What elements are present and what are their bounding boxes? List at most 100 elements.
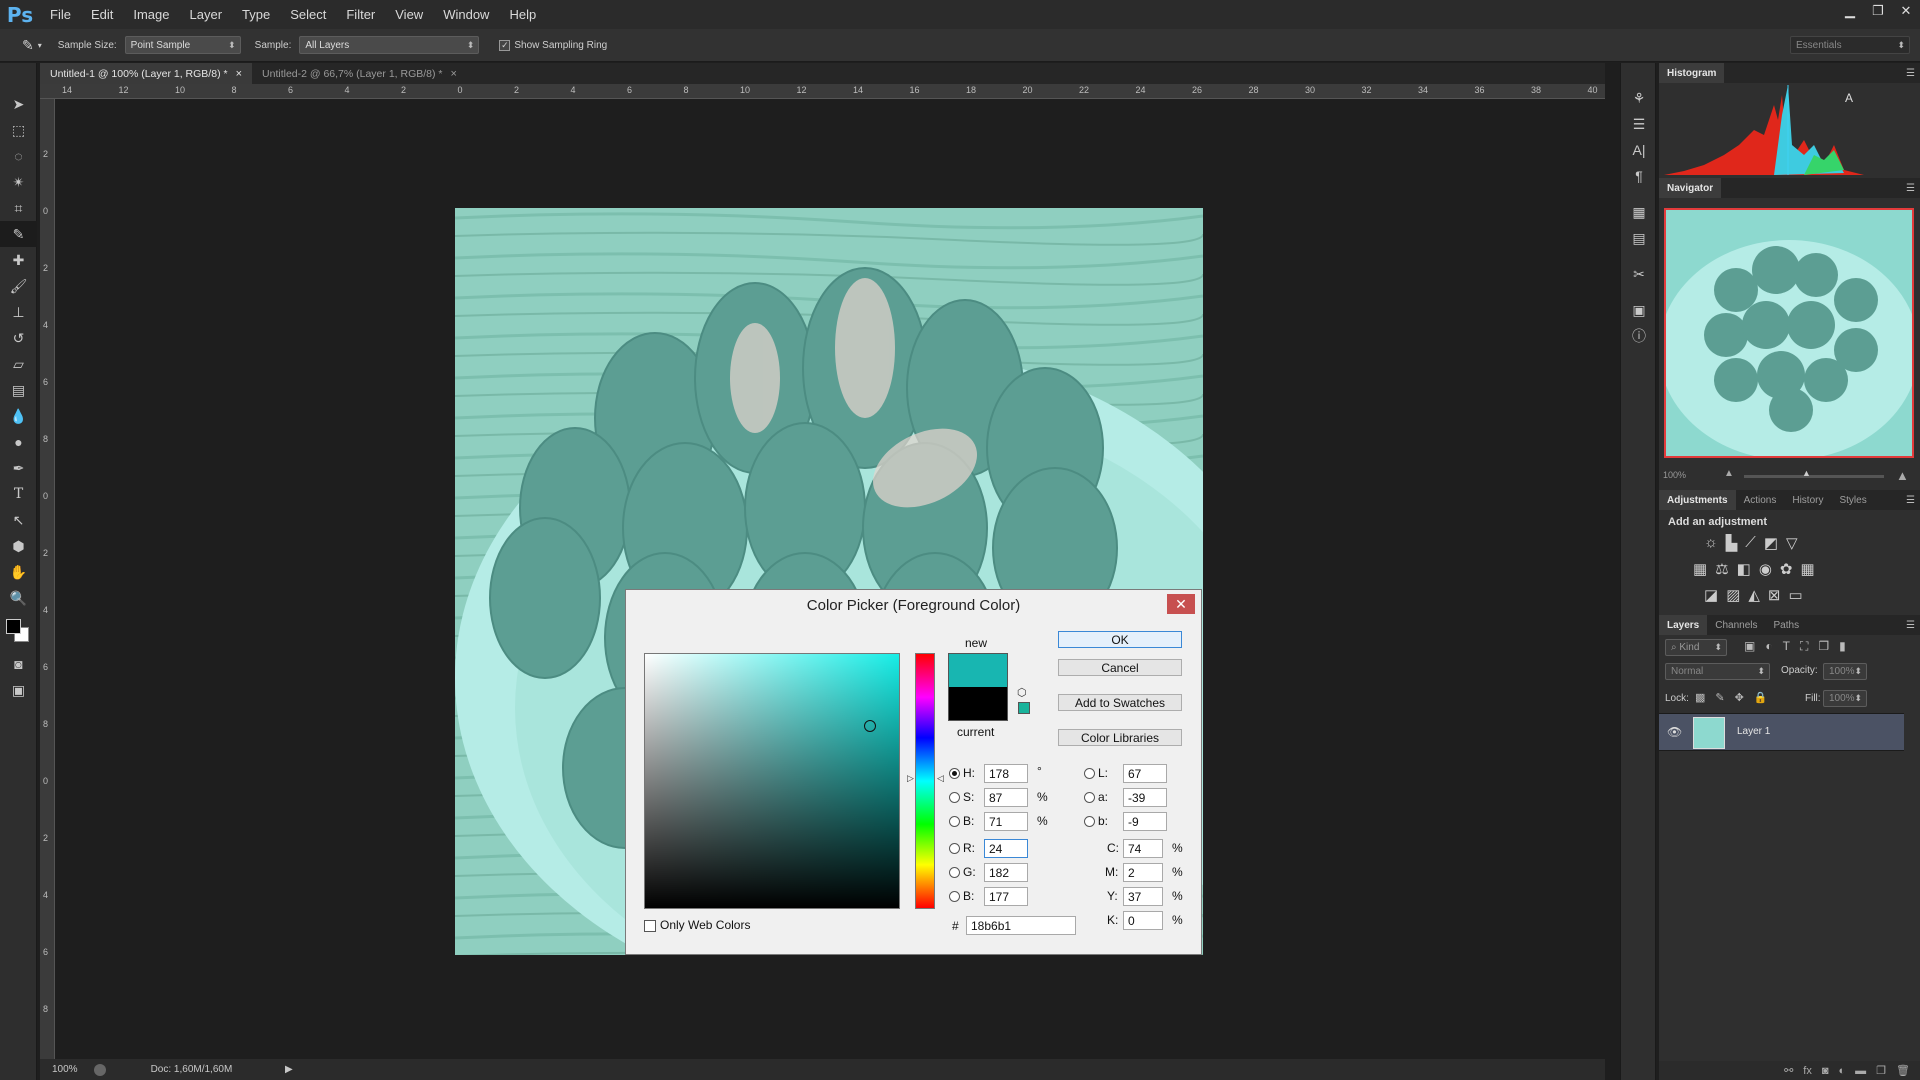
cyan-field[interactable]: 74: [1123, 839, 1163, 858]
invert-icon[interactable]: ◪: [1704, 586, 1718, 604]
close-icon[interactable]: ✕: [1892, 0, 1920, 22]
status-info-icon[interactable]: [93, 1063, 106, 1076]
brightness-contrast-icon[interactable]: ☼: [1704, 534, 1718, 552]
gradient-tool-icon[interactable]: ▤: [0, 377, 37, 403]
lock-all-icon[interactable]: 🔒: [1754, 691, 1768, 704]
menu-help[interactable]: Help: [499, 7, 546, 22]
lock-image-icon[interactable]: ✎: [1715, 691, 1724, 704]
tab-untitled-1[interactable]: Untitled-1 @ 100% (Layer 1, RGB/8) * ×: [40, 63, 253, 84]
pen-tool-icon[interactable]: ✒: [0, 455, 37, 481]
eraser-tool-icon[interactable]: ▱: [0, 351, 37, 377]
black-field[interactable]: 0: [1123, 911, 1163, 930]
panel-menu-icon[interactable]: ☰: [1906, 495, 1915, 506]
path-selection-tool-icon[interactable]: ↖: [0, 507, 37, 533]
type-tool-icon[interactable]: T: [0, 481, 37, 507]
color-lookup-icon[interactable]: ▦: [1801, 560, 1815, 578]
out-of-gamut-cube-icon[interactable]: ⬡: [1017, 686, 1027, 699]
brush-tool-icon[interactable]: 🖌: [0, 273, 37, 299]
panel-menu-icon[interactable]: ☰: [1906, 183, 1915, 194]
hue-slider-right-arrow-icon[interactable]: ◁: [937, 773, 944, 784]
opacity-field[interactable]: 100%: [1823, 663, 1867, 680]
menu-window[interactable]: Window: [433, 7, 499, 22]
saturation-brightness-field[interactable]: [644, 653, 900, 909]
red-field[interactable]: 24: [984, 839, 1028, 858]
layer-kind-filter[interactable]: ⌕ Kind: [1665, 639, 1727, 656]
lab-a-radio[interactable]: [1084, 792, 1095, 803]
lasso-tool-icon[interactable]: ◌: [0, 143, 37, 169]
character-panel-icon[interactable]: A|: [1621, 137, 1657, 163]
gradient-map-icon[interactable]: ▭: [1789, 586, 1803, 604]
fill-field[interactable]: 100%: [1823, 690, 1867, 707]
properties-icon[interactable]: ▣: [1621, 297, 1657, 323]
tab-styles[interactable]: Styles: [1831, 490, 1874, 510]
blur-tool-icon[interactable]: 💧: [0, 403, 37, 429]
navigator-zoom-value[interactable]: 100%: [1663, 470, 1686, 480]
menu-select[interactable]: Select: [280, 7, 336, 22]
healing-brush-tool-icon[interactable]: ✚: [0, 247, 37, 273]
layer-style-icon[interactable]: fx: [1803, 1065, 1812, 1077]
black-white-icon[interactable]: ◧: [1737, 560, 1751, 578]
navigator-zoom-slider[interactable]: [1744, 475, 1884, 478]
tab-paths[interactable]: Paths: [1766, 615, 1808, 635]
menu-image[interactable]: Image: [123, 7, 179, 22]
blend-mode-dropdown[interactable]: Normal: [1665, 663, 1770, 680]
clone-source-icon[interactable]: ✂: [1621, 261, 1657, 287]
lab-b-radio[interactable]: [1084, 816, 1095, 827]
green-field[interactable]: 182: [984, 863, 1028, 882]
red-radio[interactable]: [949, 843, 960, 854]
hue-slider-left-arrow-icon[interactable]: ▷: [907, 773, 914, 784]
menu-edit[interactable]: Edit: [81, 7, 123, 22]
tab-history[interactable]: History: [1784, 490, 1831, 510]
lab-l-radio[interactable]: [1084, 768, 1095, 779]
hue-field[interactable]: 178: [984, 764, 1028, 783]
zoom-out-icon[interactable]: ▲: [1724, 468, 1734, 479]
photo-filter-icon[interactable]: ◉: [1759, 560, 1772, 578]
brush-presets-icon[interactable]: ⚘: [1621, 85, 1657, 111]
selective-color-icon[interactable]: ⊠: [1768, 586, 1781, 604]
panel-menu-icon[interactable]: ☰: [1906, 68, 1915, 79]
tab-actions[interactable]: Actions: [1736, 490, 1785, 510]
new-group-icon[interactable]: ▬: [1855, 1065, 1866, 1077]
menu-view[interactable]: View: [385, 7, 433, 22]
lab-a-field[interactable]: -39: [1123, 788, 1167, 807]
tab-layers[interactable]: Layers: [1659, 615, 1708, 635]
hue-saturation-icon[interactable]: ▦: [1693, 560, 1707, 578]
add-mask-icon[interactable]: ◙: [1822, 1065, 1829, 1077]
dialog-close-button[interactable]: ✕: [1167, 594, 1195, 614]
sample-dropdown[interactable]: All Layers: [299, 36, 480, 54]
navigator-slider-handle[interactable]: ▲: [1802, 468, 1811, 478]
minimize-icon[interactable]: ▁: [1836, 0, 1864, 22]
web-safe-color-swatch[interactable]: [1018, 702, 1030, 714]
channel-mixer-icon[interactable]: ✿: [1780, 560, 1793, 578]
tab-histogram[interactable]: Histogram: [1659, 63, 1725, 83]
current-color-swatch[interactable]: [948, 687, 1008, 721]
layer-comps-icon[interactable]: ▦: [1621, 199, 1657, 225]
zoom-in-icon[interactable]: ▲: [1896, 468, 1909, 483]
menu-layer[interactable]: Layer: [180, 7, 233, 22]
close-tab-icon[interactable]: ×: [451, 68, 457, 80]
color-swatches[interactable]: [0, 611, 37, 651]
hand-tool-icon[interactable]: ✋: [0, 559, 37, 585]
layer-row[interactable]: 👁 Layer 1: [1659, 713, 1904, 751]
tab-navigator[interactable]: Navigator: [1659, 178, 1722, 198]
tool-presets-icon[interactable]: ☰: [1621, 111, 1657, 137]
add-to-swatches-button[interactable]: Add to Swatches: [1058, 694, 1182, 711]
yellow-field[interactable]: 37: [1123, 887, 1163, 906]
lab-b-field[interactable]: -9: [1123, 812, 1167, 831]
blue-field[interactable]: 177: [984, 887, 1028, 906]
lock-transparent-icon[interactable]: ▩: [1695, 691, 1705, 704]
new-layer-icon[interactable]: ❐: [1876, 1064, 1886, 1077]
tab-untitled-2[interactable]: Untitled-2 @ 66,7% (Layer 1, RGB/8) * ×: [252, 63, 467, 84]
color-picker-ring[interactable]: [864, 720, 876, 732]
cancel-button[interactable]: Cancel: [1058, 659, 1182, 676]
notes-icon[interactable]: ▤: [1621, 225, 1657, 251]
close-tab-icon[interactable]: ×: [236, 68, 242, 80]
eyedropper-preset-icon[interactable]: ✎: [22, 37, 34, 54]
hue-slider[interactable]: [915, 653, 935, 909]
workspace-dropdown[interactable]: Essentials: [1790, 36, 1910, 54]
filter-smart-object-icon[interactable]: ❐: [1818, 639, 1829, 654]
zoom-tool-icon[interactable]: 🔍: [0, 585, 37, 611]
filter-shape-icon[interactable]: ⛶: [1800, 639, 1808, 654]
sample-size-dropdown[interactable]: Point Sample: [124, 36, 241, 54]
preset-chevron-icon[interactable]: ▾: [38, 41, 42, 50]
